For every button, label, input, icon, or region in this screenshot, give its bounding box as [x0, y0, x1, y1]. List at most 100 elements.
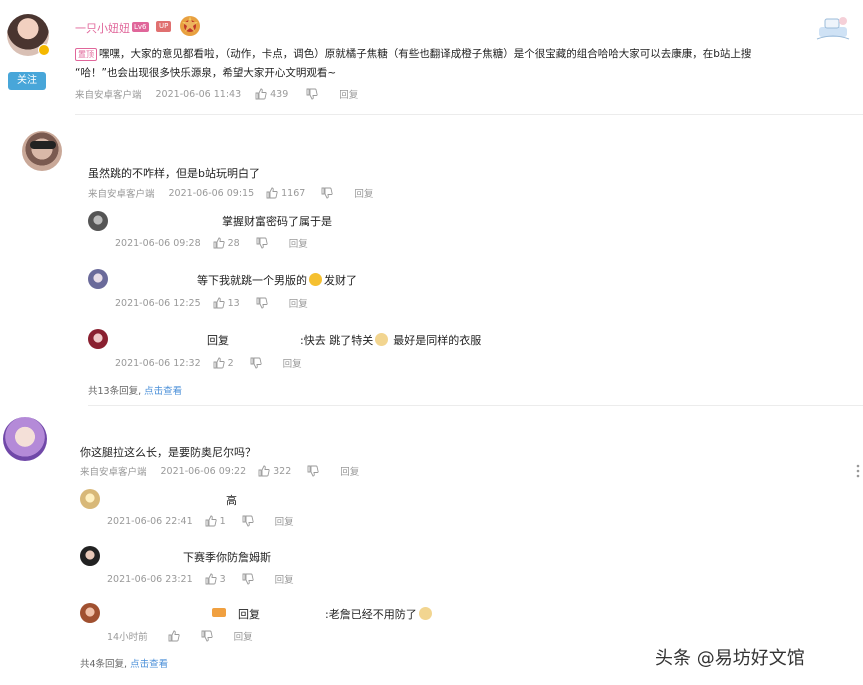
divider [88, 405, 863, 406]
username[interactable]: 一只小妞妞 [75, 20, 130, 36]
reply-meta: 2021-06-06 12:32 2 回复 [115, 356, 302, 371]
like-count: 28 [227, 237, 240, 249]
like-count: 439 [270, 88, 289, 100]
timestamp: 2021-06-06 12:25 [115, 297, 201, 309]
like-button[interactable]: 1167 [266, 187, 305, 199]
doge-emoji-icon [375, 333, 389, 346]
thumbs-down-icon [321, 187, 333, 199]
reply-prefix: 回复 [238, 608, 260, 621]
thumbs-down-icon [256, 297, 268, 309]
thumbs-up-icon [205, 573, 217, 585]
reply-text-part: 最好是同样的衣服 [393, 334, 482, 347]
reply-button[interactable]: 回复 [234, 629, 253, 643]
timestamp: 2021-06-06 22:41 [107, 515, 193, 527]
avatar[interactable] [88, 211, 108, 231]
reply-button[interactable]: 回复 [275, 514, 294, 528]
dislike-button[interactable] [250, 357, 265, 369]
comment-meta: 来自安卓客户端 2021-06-06 09:22 322 回复 [80, 464, 359, 479]
thumbs-down-icon [256, 237, 268, 249]
dislike-button[interactable] [201, 630, 216, 642]
thumbs-up-icon [213, 357, 225, 369]
reply-button[interactable]: 回复 [340, 464, 359, 478]
reply-text-part: :老詹已经不用防了 [325, 608, 417, 621]
comment-text: 你这腿拉这么长，是要防奥尼尔吗？ [80, 446, 256, 459]
avatar[interactable] [88, 329, 108, 349]
avatar[interactable] [3, 417, 47, 461]
reply-button[interactable]: 回复 [275, 572, 294, 586]
view-more-replies: 共4条回复, 点击查看 [80, 656, 168, 670]
timestamp: 2021-06-06 11:43 [155, 88, 242, 100]
avatar[interactable] [80, 489, 100, 509]
thumbs-up-icon [266, 187, 278, 199]
like-button[interactable] [168, 630, 183, 642]
thumbs-up-icon [258, 465, 270, 477]
dislike-button[interactable] [256, 297, 271, 309]
dislike-button[interactable] [242, 515, 257, 527]
avatar[interactable] [80, 546, 100, 566]
reply-meta: 2021-06-06 12:25 13 回复 [115, 296, 308, 311]
reply-prefix: 回复 [207, 334, 229, 347]
like-button[interactable]: 439 [255, 88, 288, 100]
like-count: 2 [227, 357, 234, 369]
avatar[interactable] [88, 269, 108, 289]
reply-text: 下赛季你防詹姆斯 [183, 551, 271, 564]
reply-button[interactable]: 回复 [354, 186, 373, 200]
timestamp: 2021-06-06 09:22 [160, 465, 247, 477]
like-count: 13 [227, 297, 240, 309]
thumbs-up-icon [205, 515, 217, 527]
reply-text: 等下我就跳一个男版的 发财了 [197, 272, 357, 288]
reply-button[interactable]: 回复 [289, 296, 308, 310]
thumbs-up-icon [255, 88, 267, 100]
like-button[interactable]: 1 [205, 515, 226, 527]
view-more-link[interactable]: 点击查看 [144, 383, 182, 397]
source-label: 来自安卓客户端 [80, 467, 147, 478]
source-label: 来自安卓客户端 [88, 189, 155, 200]
reply-text-part: 发财了 [324, 274, 357, 287]
timestamp: 2021-06-06 09:15 [168, 187, 255, 199]
reply-count: 共13条回复, [88, 386, 142, 397]
dislike-button[interactable] [321, 187, 336, 199]
comment-meta: 来自安卓客户端 2021-06-06 09:15 1167 回复 [88, 186, 373, 201]
reply-meta: 2021-06-06 22:41 1 回复 [107, 514, 294, 529]
follow-button[interactable]: 关注 [8, 72, 46, 90]
thumbs-up-icon [213, 237, 225, 249]
reply-button[interactable]: 回复 [283, 356, 302, 370]
reply-text: :快去 跳了特关 最好是同样的衣服 [300, 332, 481, 348]
reply-button[interactable]: 回复 [339, 87, 358, 101]
reply-text: 掌握财富密码了属于是 [222, 215, 332, 228]
avatar-badge [38, 44, 50, 56]
comment-content: 嘿嘿，大家的意见都看啦，（动作，卡点，调色）原就橘子焦糖（有些也翻译成橙子焦糖）… [99, 48, 752, 60]
reply-meta: 14小时前 回复 [107, 629, 253, 643]
reply-text: 高 [226, 494, 237, 507]
source-label: 来自安卓客户端 [75, 90, 142, 101]
reply-text-part: 等下我就跳一个男版的 [197, 274, 307, 287]
thumbs-up-icon [213, 297, 225, 309]
like-count: 3 [219, 573, 226, 585]
like-count: 1 [219, 515, 226, 527]
like-button[interactable]: 322 [258, 465, 291, 477]
dislike-button[interactable] [306, 88, 321, 100]
thumbs-down-icon [307, 465, 319, 477]
like-button[interactable]: 13 [213, 297, 240, 309]
comment-meta: 来自安卓客户端 2021-06-06 11:43 439 回复 [75, 87, 358, 102]
doge-emoji-icon [418, 607, 432, 620]
more-options-icon[interactable] [856, 463, 860, 478]
sunglasses-icon [30, 141, 56, 149]
dislike-button[interactable] [307, 465, 322, 477]
dislike-button[interactable] [256, 237, 271, 249]
timestamp: 2021-06-06 23:21 [107, 573, 193, 585]
thumbs-down-icon [250, 357, 262, 369]
thumbs-down-icon [306, 88, 318, 100]
like-button[interactable]: 28 [213, 237, 240, 249]
view-more-link[interactable]: 点击查看 [130, 656, 168, 670]
medal-icon [177, 13, 203, 39]
watermark: 头条 @易坊好文馆 [655, 648, 805, 669]
avatar[interactable] [22, 131, 62, 171]
comment-text: 虽然跳的不咋样，但是b站玩明白了 [88, 167, 260, 180]
avatar[interactable] [80, 603, 100, 623]
reply-button[interactable]: 回复 [289, 236, 308, 250]
dislike-button[interactable] [242, 573, 257, 585]
like-button[interactable]: 2 [213, 357, 234, 369]
like-button[interactable]: 3 [205, 573, 226, 585]
thumbs-down-icon [242, 515, 254, 527]
